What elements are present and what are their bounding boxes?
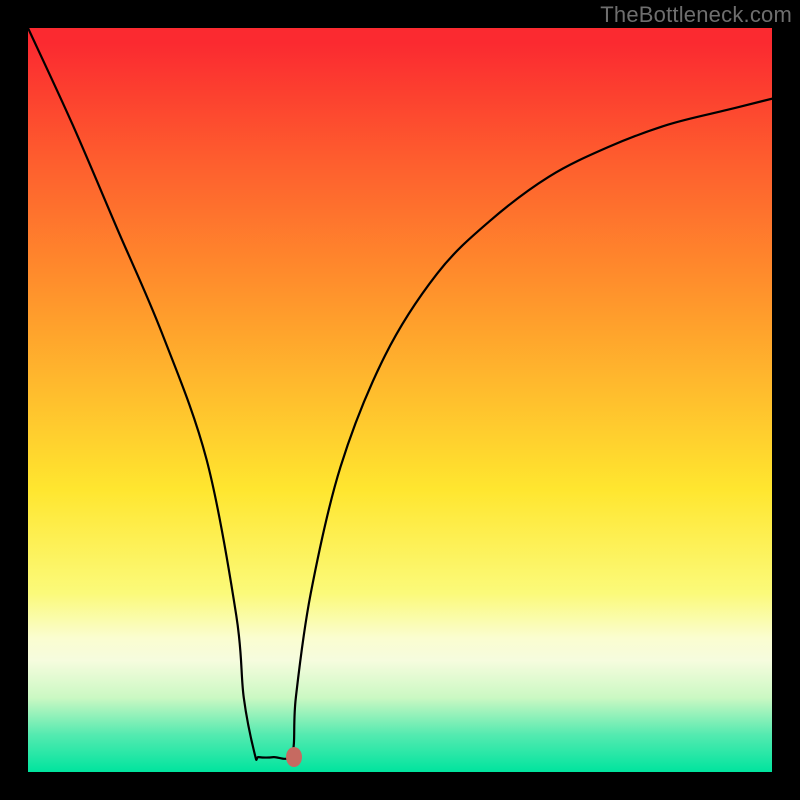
optimal-point-marker — [286, 747, 302, 767]
watermark-label: TheBottleneck.com — [600, 2, 792, 28]
bottleneck-curve — [28, 28, 772, 760]
curve-svg — [28, 28, 772, 772]
chart-frame: TheBottleneck.com — [0, 0, 800, 800]
plot-area — [28, 28, 772, 772]
